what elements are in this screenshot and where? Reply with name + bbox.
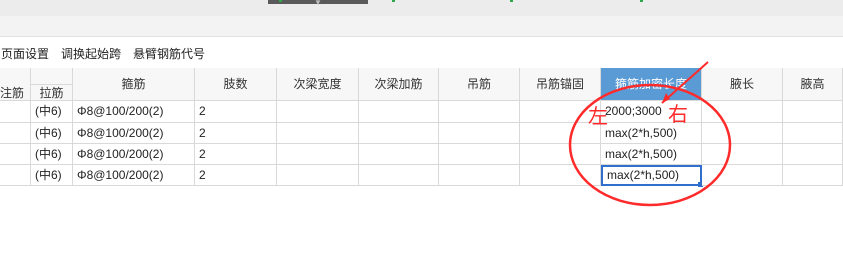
rebar-table: 注筋 拉筋 箍筋 肢数 次梁宽度 次梁加筋 吊筋 吊筋锚固 箍筋加密长度 腋长 … [0, 68, 843, 187]
cell-haunch-height[interactable] [783, 144, 843, 165]
cell-tie-bar[interactable]: (中6) [31, 101, 73, 123]
cell-tie-bar[interactable]: (中6) [31, 144, 73, 165]
cell-legs[interactable]: 2 [195, 165, 277, 186]
chevron-down-icon[interactable]: ▼ [314, 0, 322, 7]
header-hanger-bar[interactable]: 吊筋 [439, 68, 520, 101]
status-dot-icon [510, 0, 513, 2]
cell-secondary-beam-bar[interactable] [359, 123, 439, 144]
rebar-grade-icon: Φ [77, 168, 87, 182]
header-hanger-anchor[interactable]: 吊筋锚固 [520, 68, 601, 101]
header-tie-bar[interactable]: 拉筋 [31, 85, 73, 101]
status-dot-icon [279, 0, 282, 2]
cell-stirrup[interactable]: Φ8@100/200(2) [73, 101, 195, 123]
ribbon-band [0, 16, 843, 37]
rebar-grade-icon: Φ [77, 126, 87, 140]
header-secondary-beam-bar[interactable]: 次梁加筋 [359, 68, 439, 101]
cell-secondary-beam-width[interactable] [277, 101, 359, 123]
header-stirrup-dense-length[interactable]: 箍筋加密长度 [601, 68, 702, 101]
header-legs[interactable]: 肢数 [195, 68, 277, 101]
cell-hanger-bar[interactable] [439, 144, 520, 165]
cell-haunch-length[interactable] [702, 165, 783, 186]
cell-hanger-bar[interactable] [439, 123, 520, 144]
header-group-blank [31, 68, 73, 85]
cell-note-bar[interactable] [0, 144, 31, 165]
cell-legs[interactable]: 2 [195, 144, 277, 165]
cell-haunch-height[interactable] [783, 165, 843, 186]
cell-stirrup-value: 8@100/200(2) [86, 126, 164, 140]
header-haunch-height[interactable]: 腋高 [783, 68, 843, 101]
cell-stirrup-value: 8@100/200(2) [86, 147, 164, 161]
status-dot-icon [392, 0, 395, 2]
cell-stirrup-dense-length-selected[interactable]: max(2*h,500) [601, 165, 702, 186]
rebar-grade-icon: Φ [77, 104, 87, 118]
swap-start-span-button[interactable]: 调换起始跨 [61, 45, 121, 62]
cell-note-bar[interactable] [0, 165, 31, 186]
cell-stirrup-dense-length[interactable]: max(2*h,500) [601, 144, 702, 165]
cell-note-bar[interactable] [0, 101, 31, 123]
cell-hanger-anchor[interactable] [520, 165, 601, 186]
window-top-bar: ▼ [0, 0, 843, 16]
cell-hanger-bar[interactable] [439, 101, 520, 123]
cell-stirrup-value: 8@100/200(2) [86, 168, 164, 182]
annotation-right-label: 右 [668, 102, 688, 126]
cell-haunch-length[interactable] [702, 123, 783, 144]
cell-stirrup[interactable]: Φ8@100/200(2) [73, 123, 195, 144]
cell-secondary-beam-width[interactable] [277, 144, 359, 165]
rebar-grade-icon: Φ [77, 147, 87, 161]
cell-legs[interactable]: 2 [195, 101, 277, 123]
header-stirrup[interactable]: 箍筋 [73, 68, 195, 101]
cell-tie-bar[interactable]: (中6) [31, 165, 73, 186]
cell-stirrup-dense-length[interactable]: max(2*h,500) [601, 123, 702, 144]
status-dot-icon [640, 0, 643, 2]
page-setup-button[interactable]: 页面设置 [1, 45, 49, 62]
cell-haunch-length[interactable] [702, 101, 783, 123]
cell-haunch-height[interactable] [783, 101, 843, 123]
cantilever-code-button[interactable]: 悬臂钢筋代号 [133, 45, 205, 62]
cell-stirrup[interactable]: Φ8@100/200(2) [73, 165, 195, 186]
cell-secondary-beam-bar[interactable] [359, 165, 439, 186]
annotation-left-label: 左 [588, 104, 608, 128]
cell-legs[interactable]: 2 [195, 123, 277, 144]
cell-hanger-bar[interactable] [439, 165, 520, 186]
cell-secondary-beam-bar[interactable] [359, 144, 439, 165]
cell-tie-bar[interactable]: (中6) [31, 123, 73, 144]
cell-secondary-beam-width[interactable] [277, 165, 359, 186]
cell-haunch-length[interactable] [702, 144, 783, 165]
cell-stirrup[interactable]: Φ8@100/200(2) [73, 144, 195, 165]
toolbar: 页面设置 调换起始跨 悬臂钢筋代号 [0, 39, 843, 65]
cell-haunch-height[interactable] [783, 123, 843, 144]
cell-hanger-anchor[interactable] [520, 144, 601, 165]
header-note-bar[interactable]: 注筋 [0, 68, 31, 101]
cell-stirrup-value: 8@100/200(2) [86, 104, 164, 118]
cell-note-bar[interactable] [0, 123, 31, 144]
cell-secondary-beam-bar[interactable] [359, 101, 439, 123]
header-secondary-beam-width[interactable]: 次梁宽度 [277, 68, 359, 101]
header-haunch-length[interactable]: 腋长 [702, 68, 783, 101]
cell-secondary-beam-width[interactable] [277, 123, 359, 144]
